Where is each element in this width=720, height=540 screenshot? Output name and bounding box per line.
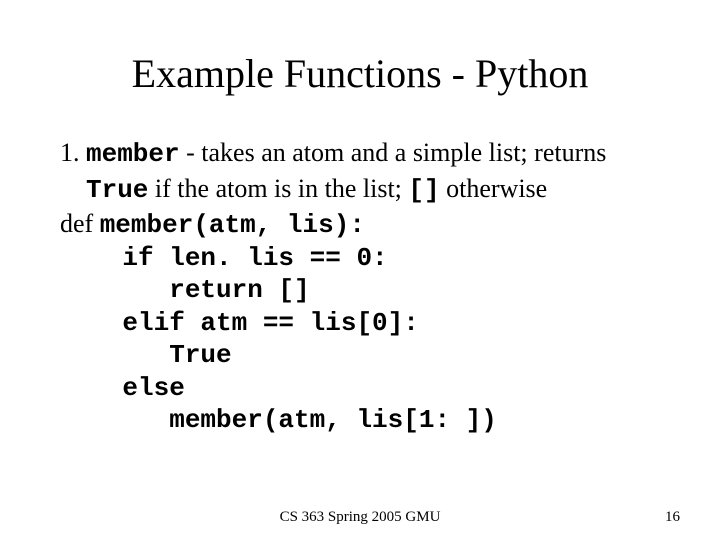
slide-title: Example Functions - Python xyxy=(60,50,660,97)
page-number: 16 xyxy=(665,509,680,526)
code-line-2: if len. lis == 0: xyxy=(60,242,660,275)
code-line-1: def member(atm, lis): xyxy=(60,208,660,242)
desc-2b: otherwise xyxy=(440,174,548,203)
keyword-true: True xyxy=(86,175,148,205)
desc-1a: - takes an atom and a simple list; retur… xyxy=(180,138,607,167)
slide: Example Functions - Python 1. member - t… xyxy=(0,0,720,540)
code-block: def member(atm, lis): if len. lis == 0: … xyxy=(60,208,660,437)
desc-2a: if the atom is in the list; xyxy=(148,174,408,203)
bullet-1-line-1: 1. member - takes an atom and a simple l… xyxy=(60,137,660,171)
code-line-4: elif atm == lis[0]: xyxy=(60,307,660,340)
code-line-7: member(atm, lis[1: ]) xyxy=(60,404,660,437)
bullet-1-line-2: True if the atom is in the list; [] othe… xyxy=(60,173,660,207)
code-line-6: else xyxy=(60,372,660,405)
keyword-member: member xyxy=(86,139,180,169)
footer-text: CS 363 Spring 2005 GMU xyxy=(0,509,720,526)
bullet-number: 1. xyxy=(60,138,86,167)
slide-body: 1. member - takes an atom and a simple l… xyxy=(60,137,660,437)
code-line-3: return [] xyxy=(60,274,660,307)
code-line-5: True xyxy=(60,339,660,372)
def-keyword: def xyxy=(60,209,100,238)
code-line-1b: member(atm, lis): xyxy=(100,210,365,240)
keyword-empty-list: [] xyxy=(408,175,439,205)
